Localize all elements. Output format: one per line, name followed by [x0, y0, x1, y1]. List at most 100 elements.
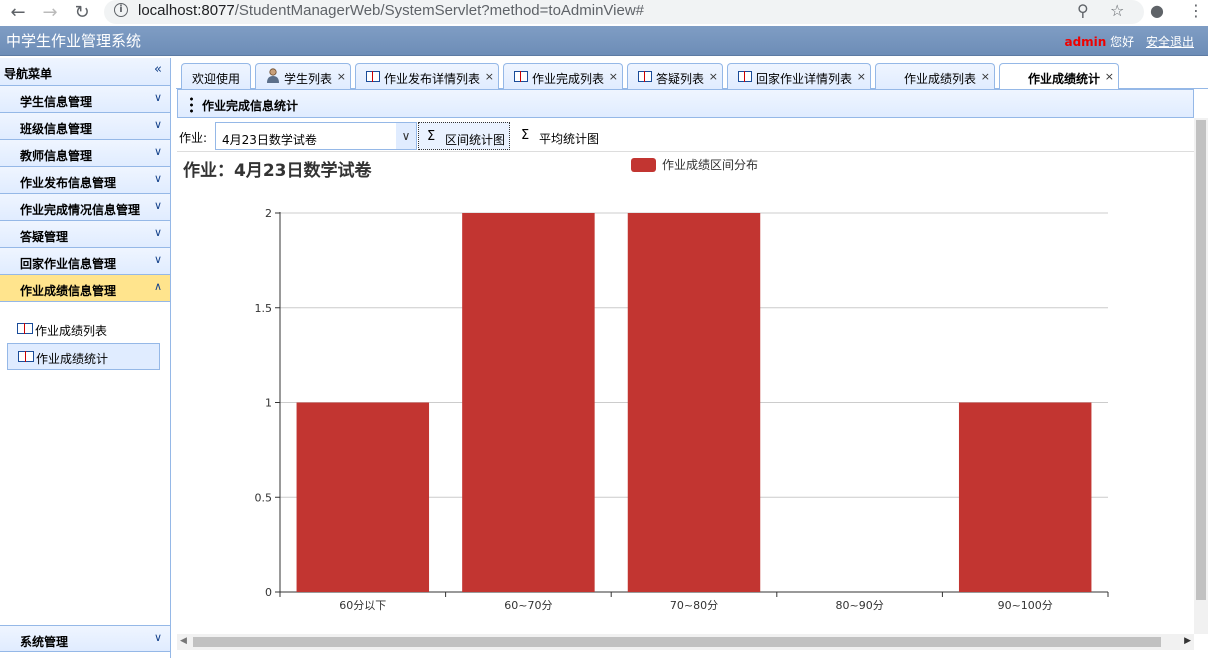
collapse-sidebar-icon[interactable]: «	[154, 62, 162, 77]
close-icon[interactable]: ×	[857, 70, 866, 83]
close-icon[interactable]: ×	[709, 70, 718, 83]
forward-icon[interactable]: →	[38, 0, 62, 24]
close-icon[interactable]: ×	[1105, 70, 1114, 83]
chevron-down-icon: ∨	[153, 118, 162, 131]
button-label: 区间统计图	[445, 133, 506, 147]
url-text: localhost:8077/StudentManagerWeb/SystemS…	[138, 2, 645, 19]
sidebar-section-student[interactable]: 学生信息管理 ∨	[0, 86, 170, 113]
tab-label: 作业完成列表	[532, 72, 605, 86]
tab-label: 作业成绩统计	[1028, 72, 1101, 86]
sidebar-item-score-list[interactable]: 作业成绩列表	[7, 316, 160, 343]
horizontal-scrollbar[interactable]: ◀ ▶	[177, 634, 1194, 650]
tab-score-list[interactable]: 作业成绩列表 ×	[875, 63, 995, 89]
bar-chart: 0 0.5 1 1.5 2 60分以下 60~70分 70~80分 80~90分 90~100分 作…	[255, 158, 1109, 612]
y-tick-label: 2	[265, 207, 272, 220]
close-icon[interactable]: ×	[337, 70, 346, 83]
close-icon[interactable]: ×	[485, 70, 494, 83]
book-icon	[738, 71, 752, 82]
chevron-up-icon: ∧	[153, 280, 162, 293]
sigma-icon: Σ	[427, 129, 436, 144]
book-icon	[366, 71, 380, 82]
site-info-icon[interactable]: i	[114, 3, 128, 17]
average-chart-button[interactable]: Σ 平均统计图	[513, 122, 605, 150]
chevron-down-icon: ∨	[153, 145, 162, 158]
y-tick-label: 1	[265, 397, 272, 410]
x-tick-label: 60~70分	[504, 599, 552, 612]
tab-homework-completion-list[interactable]: 作业完成列表 ×	[503, 63, 623, 89]
interval-chart-button[interactable]: Σ 区间统计图	[418, 122, 510, 150]
back-icon[interactable]: ←	[6, 0, 30, 24]
tab-score-stats[interactable]: 作业成绩统计 ×	[999, 63, 1119, 90]
tab-homework-publish-list[interactable]: 作业发布详情列表 ×	[355, 63, 499, 89]
tab-label: 答疑列表	[656, 72, 705, 86]
tab-label: 作业发布详情列表	[384, 72, 481, 86]
panel-header: 作业完成信息统计	[177, 89, 1194, 118]
key-icon[interactable]: ⚲	[1077, 1, 1089, 20]
menu-icon[interactable]: ⋮	[1188, 1, 1204, 20]
sidebar-item-score-stats[interactable]: 作业成绩统计	[7, 343, 160, 370]
user-icon	[267, 68, 279, 83]
scroll-thumb[interactable]	[1196, 120, 1206, 600]
scroll-left-icon[interactable]: ◀	[180, 636, 187, 646]
section-label: 学生信息管理	[20, 95, 93, 109]
bar	[958, 402, 1092, 592]
section-label: 回家作业信息管理	[20, 257, 117, 271]
section-label: 作业发布信息管理	[20, 176, 117, 190]
sidebar-section-system[interactable]: 系统管理 ∨	[0, 625, 170, 652]
sidebar-section-scores[interactable]: 作业成绩信息管理 ∧	[0, 275, 170, 302]
panel-title: 作业完成信息统计	[202, 99, 299, 113]
sidebar: 导航菜单 « 学生信息管理 ∨ 班级信息管理 ∨ 教师信息管理 ∨ 作业发布信息管理 ∨…	[0, 58, 171, 658]
address-bar[interactable]: i localhost:8077/StudentManagerWeb/Syste…	[104, 0, 1144, 24]
profile-icon[interactable]: ●	[1150, 1, 1164, 20]
section-label: 作业成绩信息管理	[20, 284, 117, 298]
sidebar-section-teacher[interactable]: 教师信息管理 ∨	[0, 140, 170, 167]
y-tick-label: 1.5	[255, 302, 273, 315]
book-icon	[514, 71, 528, 82]
bar	[627, 213, 761, 592]
x-tick-label: 70~80分	[670, 599, 718, 612]
reload-icon[interactable]: ↻	[70, 0, 94, 24]
chevron-down-icon: ∨	[153, 253, 162, 266]
sidebar-section-home-homework[interactable]: 回家作业信息管理 ∨	[0, 248, 170, 275]
section-label: 班级信息管理	[20, 122, 93, 136]
sidebar-section-class[interactable]: 班级信息管理 ∨	[0, 113, 170, 140]
section-label: 系统管理	[20, 635, 69, 649]
book-icon	[17, 323, 33, 334]
sidebar-title: 导航菜单	[4, 67, 53, 81]
legend-swatch	[631, 158, 656, 172]
star-icon[interactable]: ☆	[1110, 1, 1124, 20]
tab-label: 作业成绩列表	[904, 72, 977, 86]
greeting: 您好	[1106, 35, 1135, 49]
chevron-down-icon: ∨	[153, 91, 162, 104]
bar	[462, 213, 595, 592]
scroll-thumb[interactable]	[193, 637, 1161, 647]
homework-select[interactable]: 4月23日数学试卷 ∨	[215, 122, 417, 150]
close-icon[interactable]: ×	[981, 70, 990, 83]
app-header: 中学生作业管理系统 admin 您好 安全退出	[0, 26, 1208, 56]
chevron-down-icon: ∨	[153, 631, 162, 644]
close-icon[interactable]: ×	[609, 70, 618, 83]
chevron-down-icon[interactable]: ∨	[396, 123, 416, 149]
sidebar-section-homework-publish[interactable]: 作业发布信息管理 ∨	[0, 167, 170, 194]
tab-student-list[interactable]: 学生列表 ×	[255, 63, 351, 89]
tab-qa-list[interactable]: 答疑列表 ×	[627, 63, 723, 89]
tab-welcome[interactable]: 欢迎使用	[181, 63, 251, 89]
x-tick-label: 80~90分	[835, 599, 883, 612]
user-area: admin 您好 安全退出	[1064, 33, 1194, 50]
y-tick-label: 0	[265, 586, 272, 599]
tab-label: 欢迎使用	[192, 72, 241, 86]
sidebar-item-label: 作业成绩列表	[35, 324, 108, 338]
app-title: 中学生作业管理系统	[6, 32, 142, 50]
section-label: 教师信息管理	[20, 149, 93, 163]
sidebar-section-homework-completion[interactable]: 作业完成情况信息管理 ∨	[0, 194, 170, 221]
username: admin	[1064, 35, 1107, 49]
logout-link[interactable]: 安全退出	[1146, 35, 1194, 49]
tab-home-homework-list[interactable]: 回家作业详情列表 ×	[727, 63, 871, 89]
vertical-scrollbar[interactable]	[1194, 118, 1208, 634]
sidebar-section-qa[interactable]: 答疑管理 ∨	[0, 221, 170, 248]
section-label: 作业完成情况信息管理	[20, 203, 141, 217]
book-icon	[18, 351, 34, 362]
scroll-right-icon[interactable]: ▶	[1184, 636, 1191, 646]
chart-area: 作业：4月23日数学试卷 0 0.5 1 1.5 2 60分以下 60~70分 70~80分 8…	[177, 152, 1194, 634]
homework-select-value: 4月23日数学试卷	[222, 133, 317, 147]
